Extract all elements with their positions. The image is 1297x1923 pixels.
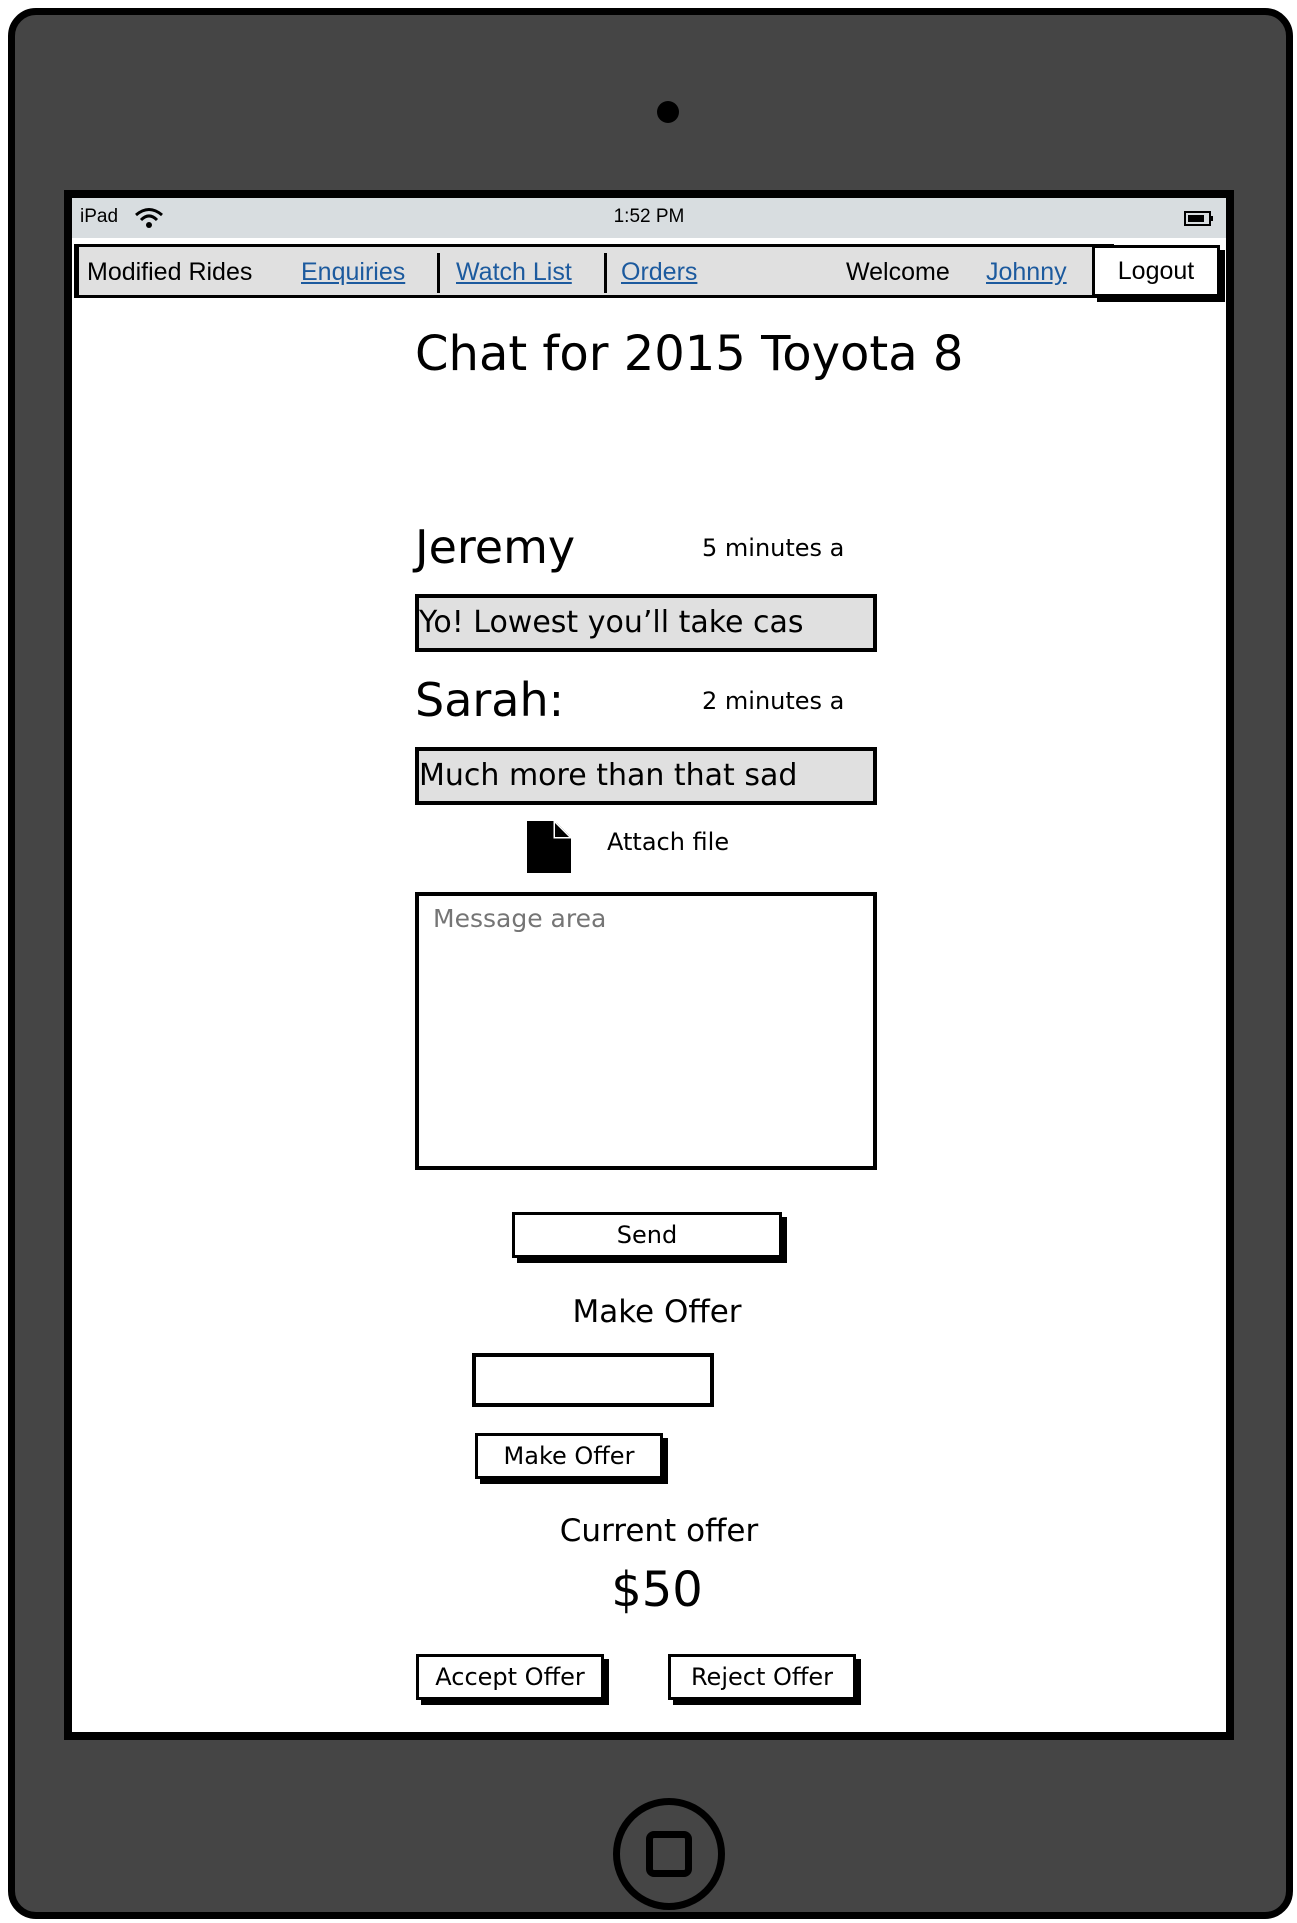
message-timestamp: 5 minutes a <box>702 534 845 562</box>
nav-link-enquiries[interactable]: Enquiries <box>301 258 405 287</box>
current-offer-label: Current offer <box>559 1513 759 1549</box>
make-offer-button[interactable]: Make Offer <box>475 1433 663 1479</box>
camera-dot <box>657 101 679 123</box>
nav-separator <box>437 253 440 293</box>
app-screen: iPad 1:52 PM Modified Rides Enquiries Wa… <box>64 190 1234 1740</box>
nav-link-orders[interactable]: Orders <box>621 258 697 287</box>
accept-offer-button[interactable]: Accept Offer <box>416 1654 604 1700</box>
nav-separator <box>604 253 607 293</box>
message-bubble: Much more than that sad <box>415 747 877 805</box>
reject-offer-button[interactable]: Reject Offer <box>668 1654 856 1700</box>
user-link[interactable]: Johnny <box>986 258 1067 287</box>
welcome-text: Welcome <box>846 258 950 286</box>
attach-file-link[interactable]: Attach file <box>607 828 729 856</box>
file-icon[interactable] <box>527 821 571 873</box>
current-offer-value: $50 <box>611 1562 703 1618</box>
clock: 1:52 PM <box>613 206 685 227</box>
message-bubble: Yo! Lowest you’ll take cas <box>415 594 877 652</box>
status-bar: iPad 1:52 PM <box>72 198 1226 238</box>
top-navbar: Modified Rides Enquiries Watch List Orde… <box>74 244 1114 298</box>
offer-amount-input[interactable] <box>472 1353 714 1407</box>
home-button[interactable] <box>613 1798 725 1910</box>
message-input[interactable] <box>415 892 877 1170</box>
message-sender: Jeremy <box>415 520 576 574</box>
message-sender: Sarah: <box>415 673 565 727</box>
battery-icon <box>1184 211 1213 226</box>
logout-button[interactable]: Logout <box>1092 245 1220 297</box>
send-button[interactable]: Send <box>512 1212 782 1258</box>
brand-name: Modified Rides <box>87 258 253 286</box>
nav-link-watch-list[interactable]: Watch List <box>456 258 572 287</box>
page-title: Chat for 2015 Toyota 8 <box>415 326 964 382</box>
home-button-square-icon <box>646 1831 692 1877</box>
message-timestamp: 2 minutes a <box>702 687 845 715</box>
make-offer-heading: Make Offer <box>572 1294 742 1330</box>
